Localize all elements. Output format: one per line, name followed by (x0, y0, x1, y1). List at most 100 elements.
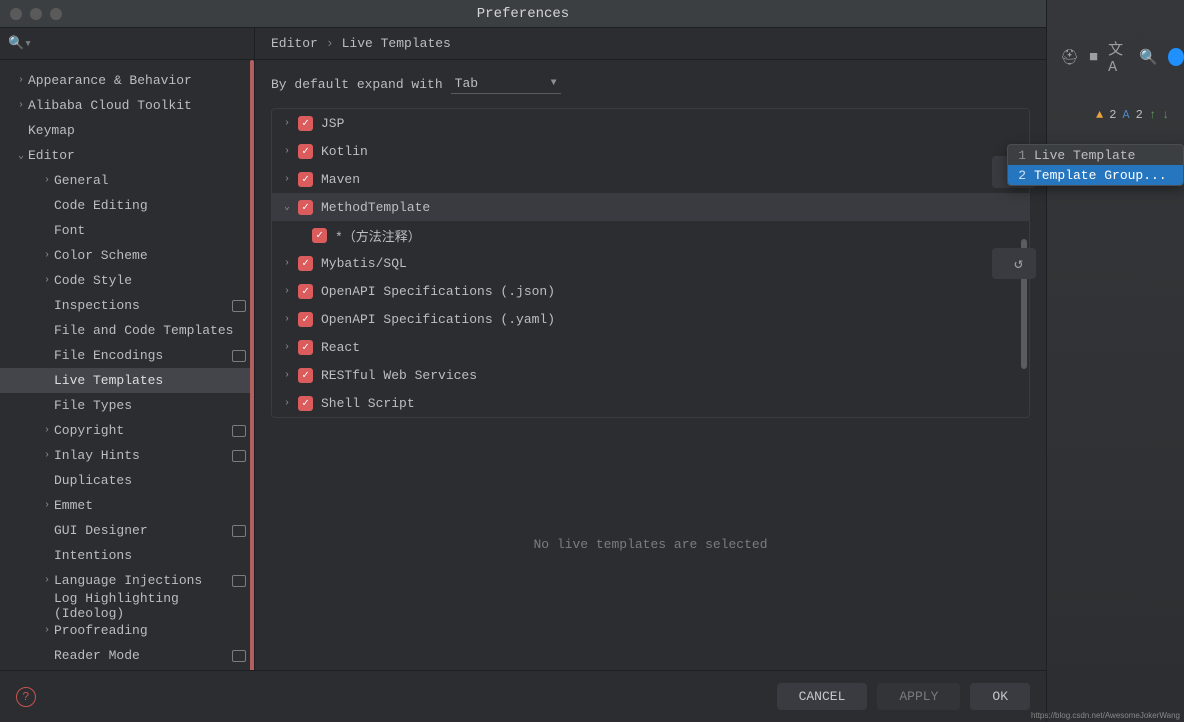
typo-icon[interactable]: A (1122, 108, 1129, 122)
popup-item-label: Template Group... (1034, 168, 1167, 183)
template-group-row[interactable]: ›Kotlin (272, 137, 1029, 165)
next-highlight-icon[interactable]: ↓ (1162, 108, 1169, 122)
template-group-row[interactable]: ›OpenAPI Specifications (.yaml) (272, 305, 1029, 333)
settings-tree-item[interactable]: ›Copyright (0, 418, 254, 443)
ok-button[interactable]: OK (970, 683, 1030, 710)
settings-tree-item[interactable]: ⌄Editor (0, 143, 254, 168)
group-arrow-icon[interactable]: › (280, 286, 294, 297)
settings-tree-item[interactable]: Inspections (0, 293, 254, 318)
group-checkbox[interactable] (298, 256, 313, 271)
template-group-row[interactable]: ›Shell Script (272, 389, 1029, 417)
tree-item-label: File Types (54, 398, 246, 413)
settings-main-panel: Editor › Live Templates By default expan… (255, 28, 1046, 670)
group-arrow-icon[interactable]: › (280, 258, 294, 269)
settings-search[interactable]: 🔍▾ (0, 28, 254, 60)
settings-tree-item[interactable]: ›Code Style (0, 268, 254, 293)
tree-item-label: GUI Designer (54, 523, 228, 538)
settings-tree-item[interactable]: ›Alibaba Cloud Toolkit (0, 93, 254, 118)
template-group-row[interactable]: ›Mybatis/SQL (272, 249, 1029, 277)
group-checkbox[interactable] (298, 200, 313, 215)
popup-menu-item[interactable]: 1Live Template (1008, 145, 1183, 165)
tree-item-label: Keymap (28, 123, 246, 138)
settings-tree-item[interactable]: GUI Designer (0, 518, 254, 543)
group-checkbox[interactable] (298, 312, 313, 327)
settings-tree[interactable]: ›Appearance & Behavior›Alibaba Cloud Too… (0, 60, 254, 670)
settings-tree-item[interactable]: Reader Mode (0, 643, 254, 668)
group-label: RESTful Web Services (321, 368, 477, 383)
template-group-row[interactable]: ›OpenAPI Specifications (.json) (272, 277, 1029, 305)
settings-tree-item[interactable]: Keymap (0, 118, 254, 143)
settings-tree-item[interactable]: File and Code Templates (0, 318, 254, 343)
restore-defaults-button[interactable]: ↺ (992, 248, 1036, 279)
settings-tree-item[interactable]: Intentions (0, 543, 254, 568)
group-arrow-icon[interactable]: › (280, 342, 294, 353)
help-button[interactable]: ? (16, 687, 36, 707)
group-checkbox[interactable] (298, 172, 313, 187)
project-level-badge-icon (232, 300, 246, 312)
group-checkbox[interactable] (298, 116, 313, 131)
expand-with-value: Tab (455, 76, 478, 91)
settings-tree-item[interactable]: ›Language Injections (0, 568, 254, 593)
group-checkbox[interactable] (298, 396, 313, 411)
avatar-icon[interactable] (1168, 48, 1184, 66)
template-group-row[interactable]: ›Maven (272, 165, 1029, 193)
template-group-row[interactable]: ›React (272, 333, 1029, 361)
settings-tree-item[interactable]: TextMate Bundles (0, 668, 254, 670)
group-checkbox[interactable] (298, 144, 313, 159)
settings-tree-item[interactable]: ›Emmet (0, 493, 254, 518)
titlebar: Preferences (0, 0, 1046, 28)
settings-tree-item[interactable]: ›Inlay Hints (0, 443, 254, 468)
template-groups-list[interactable]: ›JSP›Kotlin›Maven⌄MethodTemplate *（方法注释） ›… (271, 108, 1030, 418)
settings-tree-item[interactable]: Live Templates (0, 368, 254, 393)
group-arrow-icon[interactable]: › (280, 370, 294, 381)
group-arrow-icon[interactable]: › (280, 314, 294, 325)
group-arrow-icon[interactable]: › (280, 174, 294, 185)
expand-with-dropdown[interactable]: Tab ▼ (451, 74, 561, 94)
group-arrow-icon[interactable]: ⌄ (280, 201, 294, 213)
template-label: *（方法注释） (335, 226, 421, 245)
template-group-row[interactable]: › RESTful Web Services (272, 361, 1029, 389)
expand-with-label: By default expand with (271, 77, 443, 92)
dialog-title: Preferences (0, 6, 1046, 22)
breadcrumb-root[interactable]: Editor (271, 36, 318, 51)
expand-with-row: By default expand with Tab ▼ (255, 60, 1046, 104)
group-arrow-icon[interactable]: › (280, 146, 294, 157)
settings-tree-item[interactable]: Log Highlighting (Ideolog) (0, 593, 254, 618)
settings-tree-item[interactable]: ›Color Scheme (0, 243, 254, 268)
settings-tree-item[interactable]: ›General (0, 168, 254, 193)
hat-icon[interactable]: ⛑ (1060, 48, 1079, 67)
settings-tree-item[interactable]: ›Appearance & Behavior (0, 68, 254, 93)
group-checkbox[interactable] (298, 368, 313, 383)
stop-icon[interactable]: ■ (1089, 49, 1098, 66)
cancel-button[interactable]: CANCEL (777, 683, 868, 710)
settings-tree-item[interactable]: Code Editing (0, 193, 254, 218)
settings-tree-item[interactable]: File Types (0, 393, 254, 418)
tree-arrow-icon: › (40, 500, 54, 511)
popup-menu-item[interactable]: 2Template Group... (1008, 165, 1183, 185)
settings-tree-item[interactable]: File Encodings (0, 343, 254, 368)
tree-arrow-icon: › (40, 175, 54, 186)
tree-arrow-icon: › (40, 275, 54, 286)
template-checkbox[interactable] (312, 228, 327, 243)
tree-item-label: Appearance & Behavior (28, 73, 246, 88)
add-template-popup[interactable]: 1Live Template2Template Group... (1007, 144, 1184, 186)
template-group-row[interactable]: ⌄MethodTemplate (272, 193, 1029, 221)
tree-item-label: Copyright (54, 423, 228, 438)
group-checkbox[interactable] (298, 340, 313, 355)
group-arrow-icon[interactable]: › (280, 118, 294, 129)
tree-item-label: Editor (28, 148, 246, 163)
template-group-row[interactable]: ›JSP (272, 109, 1029, 137)
search-main-icon[interactable]: 🔍 (1139, 48, 1158, 67)
group-checkbox[interactable] (298, 284, 313, 299)
prev-highlight-icon[interactable]: ↑ (1149, 108, 1156, 122)
translate-icon[interactable]: 文A (1108, 38, 1129, 76)
group-arrow-icon[interactable]: › (280, 398, 294, 409)
preferences-dialog: Preferences 🔍▾ ›Appearance & Behavior›Al… (0, 0, 1047, 722)
warning-icon[interactable]: ▲ (1096, 108, 1103, 122)
tree-arrow-icon: › (40, 625, 54, 636)
settings-tree-item[interactable]: ›Proofreading (0, 618, 254, 643)
settings-tree-item[interactable]: Duplicates (0, 468, 254, 493)
settings-tree-item[interactable]: Font (0, 218, 254, 243)
settings-sidebar: 🔍▾ ›Appearance & Behavior›Alibaba Cloud … (0, 28, 255, 670)
template-item-row[interactable]: *（方法注释） (272, 221, 1029, 249)
